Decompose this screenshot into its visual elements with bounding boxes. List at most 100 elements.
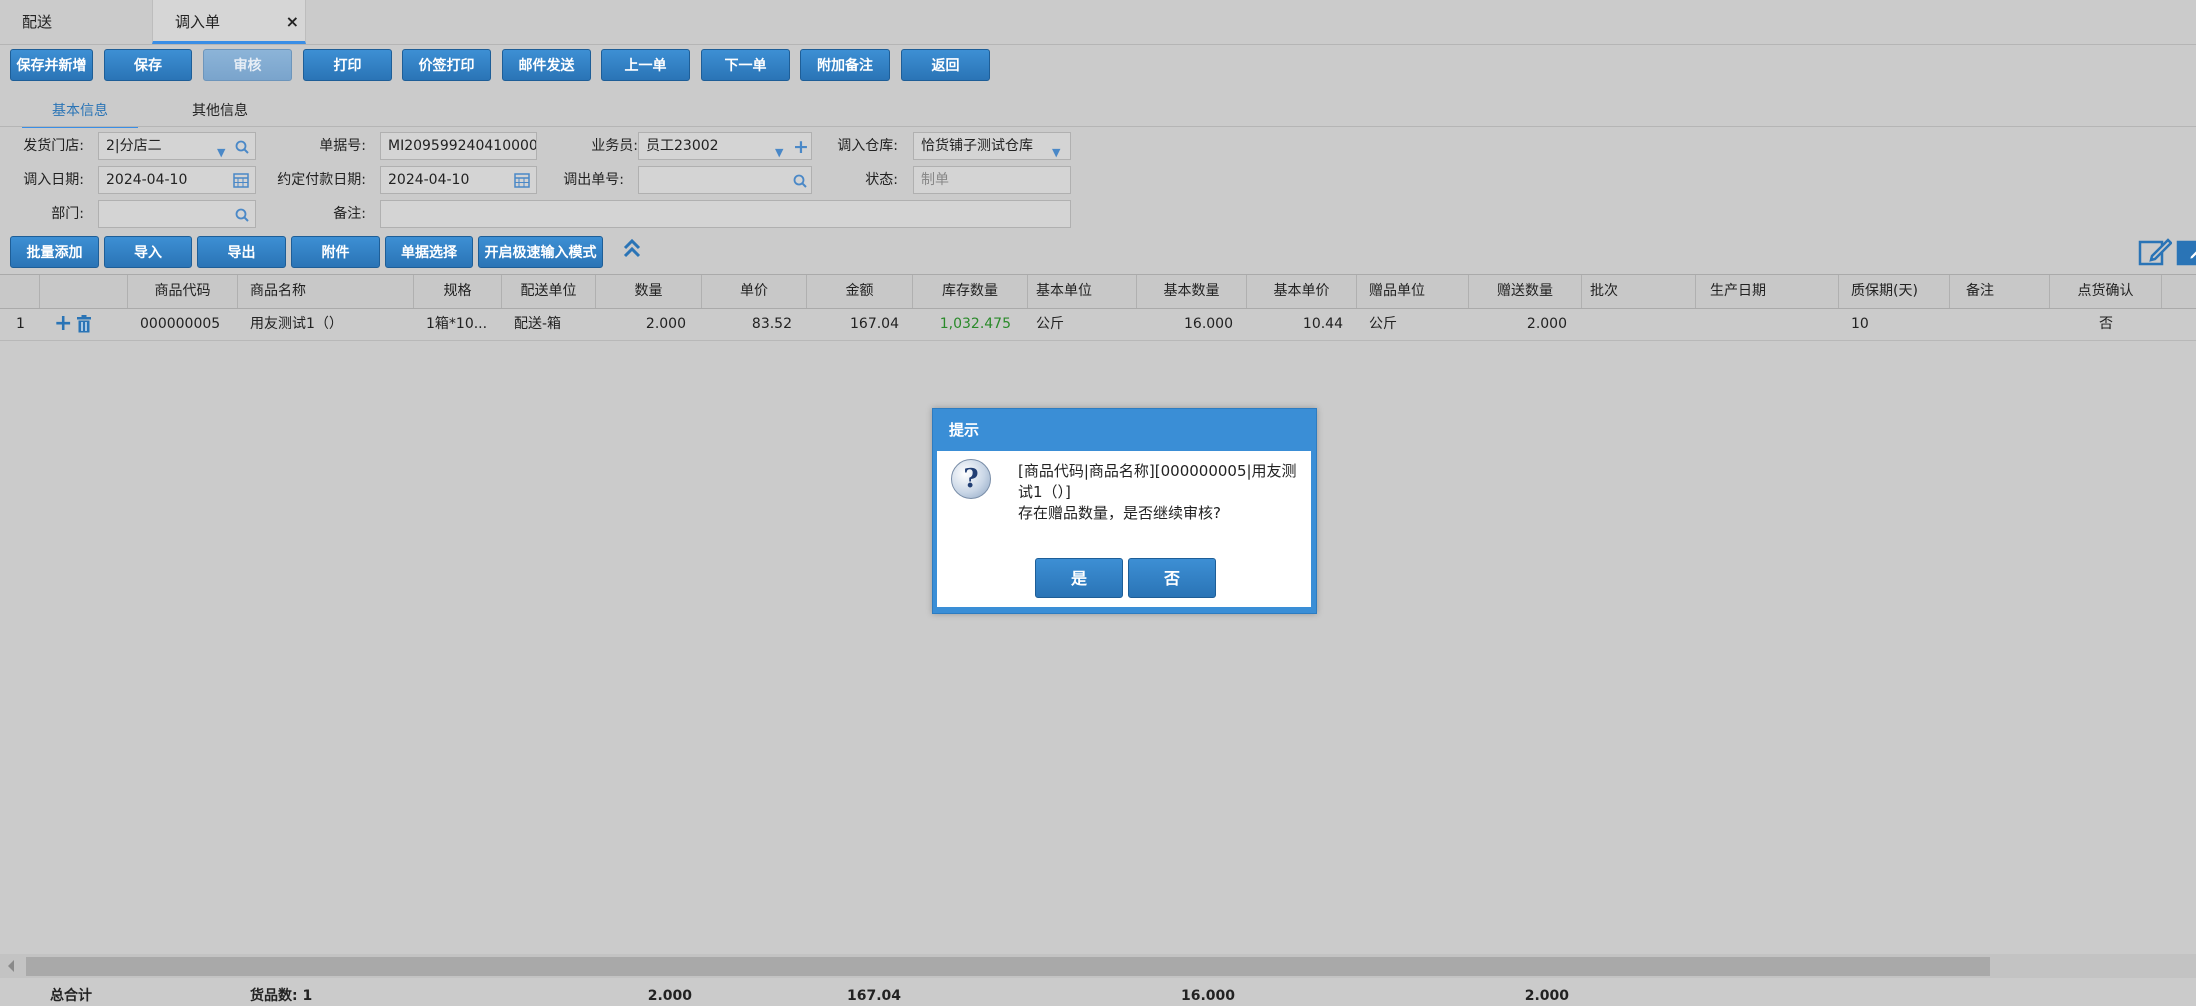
add-icon[interactable]: + [793, 134, 809, 160]
pay-date-field[interactable]: 2024-04-10 [380, 166, 537, 194]
tab-other-info[interactable]: 其他信息 [164, 96, 276, 126]
clerk-field[interactable]: 员工23002 ▼ + [638, 132, 812, 160]
edit-icon[interactable] [2176, 236, 2196, 268]
scroll-left-icon[interactable] [6, 958, 16, 978]
tab-transfer-in[interactable]: 调入单 × [152, 0, 306, 44]
audit-button[interactable]: 审核 [203, 49, 292, 81]
cell-batch[interactable] [1582, 308, 1696, 340]
cell-base-price[interactable]: 10.44 [1247, 308, 1349, 340]
table-row[interactable]: 1 + 000000005 用友测试1（） 1箱*10... 配送-箱 2.00… [0, 308, 2196, 341]
column-header[interactable]: 赠品单位 [1357, 275, 1469, 308]
column-header[interactable]: 商品名称 [238, 275, 414, 308]
collapse-up-icon[interactable] [622, 236, 642, 268]
remark-field[interactable] [380, 200, 1071, 228]
column-header[interactable]: 质保期(天) [1839, 275, 1950, 308]
next-button[interactable]: 下一单 [701, 49, 790, 81]
import-button[interactable]: 导入 [104, 236, 192, 268]
search-icon[interactable] [235, 205, 249, 231]
cell-gift-qty[interactable]: 2.000 [1469, 308, 1573, 340]
edit-icon[interactable] [2138, 236, 2173, 272]
doc-no-value: MI209599240410000 [388, 138, 537, 154]
cell-code[interactable]: 000000005 [128, 308, 238, 340]
total-label: 总合计 [50, 988, 92, 1004]
no-button[interactable]: 否 [1128, 558, 1216, 598]
close-icon[interactable]: × [286, 0, 299, 44]
cell-qty[interactable]: 2.000 [596, 308, 692, 340]
chevron-down-icon[interactable]: ▼ [1052, 140, 1061, 159]
in-date-label: 调入日期: [23, 172, 84, 188]
column-header[interactable]: 商品代码 [128, 275, 238, 308]
column-header[interactable]: 点货确认 [2050, 275, 2162, 308]
cell-spec[interactable]: 1箱*10... [414, 308, 502, 340]
chevron-down-icon[interactable]: ▼ [775, 140, 783, 166]
chevron-down-icon[interactable]: ▼ [217, 140, 225, 166]
in-warehouse-field[interactable]: 恰货铺子测试仓库 ▼ [913, 132, 1071, 160]
out-no-field[interactable] [638, 166, 812, 194]
status-label: 状态: [865, 172, 898, 188]
back-button[interactable]: 返回 [901, 49, 990, 81]
cell-price[interactable]: 83.52 [702, 308, 798, 340]
column-header[interactable]: 生产日期 [1696, 275, 1839, 308]
cell-gift-unit[interactable]: 公斤 [1357, 308, 1469, 340]
column-header[interactable]: 单价 [702, 275, 807, 308]
cell-stock[interactable]: 1,032.475 [913, 308, 1017, 340]
fast-input-button[interactable]: 开启极速输入模式 [478, 236, 603, 268]
horizontal-scrollbar[interactable] [0, 954, 2196, 978]
doc-no-label: 单据号: [319, 138, 366, 154]
dept-field[interactable] [98, 200, 256, 228]
doc-select-button[interactable]: 单据选择 [385, 236, 473, 268]
column-header[interactable]: 库存数量 [913, 275, 1028, 308]
scrollbar-thumb[interactable] [26, 957, 1990, 976]
dialog-title: 提示 [949, 421, 980, 439]
send-store-field[interactable]: 2|分店二 ▼ [98, 132, 256, 160]
cell-remark[interactable] [1950, 308, 2050, 340]
column-header[interactable]: 备注 [1950, 275, 2050, 308]
cell-name[interactable]: 用友测试1（） [238, 308, 414, 340]
save-button[interactable]: 保存 [104, 49, 192, 81]
cell-check[interactable]: 否 [2050, 308, 2162, 340]
column-header[interactable]: 配送单位 [502, 275, 596, 308]
column-header[interactable]: 基本数量 [1137, 275, 1247, 308]
add-remark-button[interactable]: 附加备注 [800, 49, 890, 81]
trash-icon[interactable] [76, 308, 98, 340]
export-button[interactable]: 导出 [197, 236, 286, 268]
column-header[interactable]: 规格 [414, 275, 502, 308]
print-button[interactable]: 打印 [303, 49, 392, 81]
tab-distribution[interactable]: 配送 [22, 0, 142, 44]
tab-basic-info[interactable]: 基本信息 [22, 96, 138, 128]
batch-add-button[interactable]: 批量添加 [10, 236, 99, 268]
email-send-button[interactable]: 邮件发送 [502, 49, 591, 81]
cell-prod-date[interactable] [1696, 308, 1839, 340]
save-and-new-button[interactable]: 保存并新增 [10, 49, 93, 81]
column-header[interactable]: 基本单位 [1028, 275, 1137, 308]
column-header[interactable]: 批次 [1582, 275, 1696, 308]
total-base-qty: 16.000 [1180, 988, 1235, 1004]
cell-amount[interactable]: 167.04 [807, 308, 905, 340]
in-warehouse-value: 恰货铺子测试仓库 [921, 138, 1033, 154]
column-header[interactable]: 基本单价 [1247, 275, 1357, 308]
attachment-button[interactable]: 附件 [291, 236, 380, 268]
status-value: 制单 [921, 172, 949, 188]
calendar-icon[interactable] [514, 171, 530, 197]
column-header[interactable]: 赠送数量 [1469, 275, 1582, 308]
dialog-body: ? [商品代码|商品名称][000000005|用友测试1（）] 存在赠品数量，… [937, 451, 1311, 607]
cell-base-unit[interactable]: 公斤 [1028, 308, 1137, 340]
previous-button[interactable]: 上一单 [601, 49, 690, 81]
column-header[interactable]: 数量 [596, 275, 702, 308]
price-tag-print-button[interactable]: 价签打印 [402, 49, 491, 81]
add-row-icon[interactable]: + [54, 308, 76, 340]
in-date-field[interactable]: 2024-04-10 [98, 166, 256, 194]
cell-unit[interactable]: 配送-箱 [502, 308, 596, 340]
divider [0, 126, 2196, 127]
yes-button[interactable]: 是 [1035, 558, 1123, 598]
pay-date-value: 2024-04-10 [388, 172, 470, 188]
dialog-message-line: 存在赠品数量，是否继续审核? [1018, 504, 1221, 522]
search-icon[interactable] [235, 137, 249, 163]
column-header[interactable]: 金额 [807, 275, 913, 308]
column-header-index [0, 275, 40, 308]
search-icon[interactable] [793, 171, 807, 197]
cell-base-qty[interactable]: 16.000 [1137, 308, 1239, 340]
doc-no-field[interactable]: MI209599240410000 [380, 132, 537, 160]
cell-warranty[interactable]: 10 [1839, 308, 1950, 340]
dialog-message: [商品代码|商品名称][000000005|用友测试1（）] 存在赠品数量，是否… [1018, 461, 1308, 524]
